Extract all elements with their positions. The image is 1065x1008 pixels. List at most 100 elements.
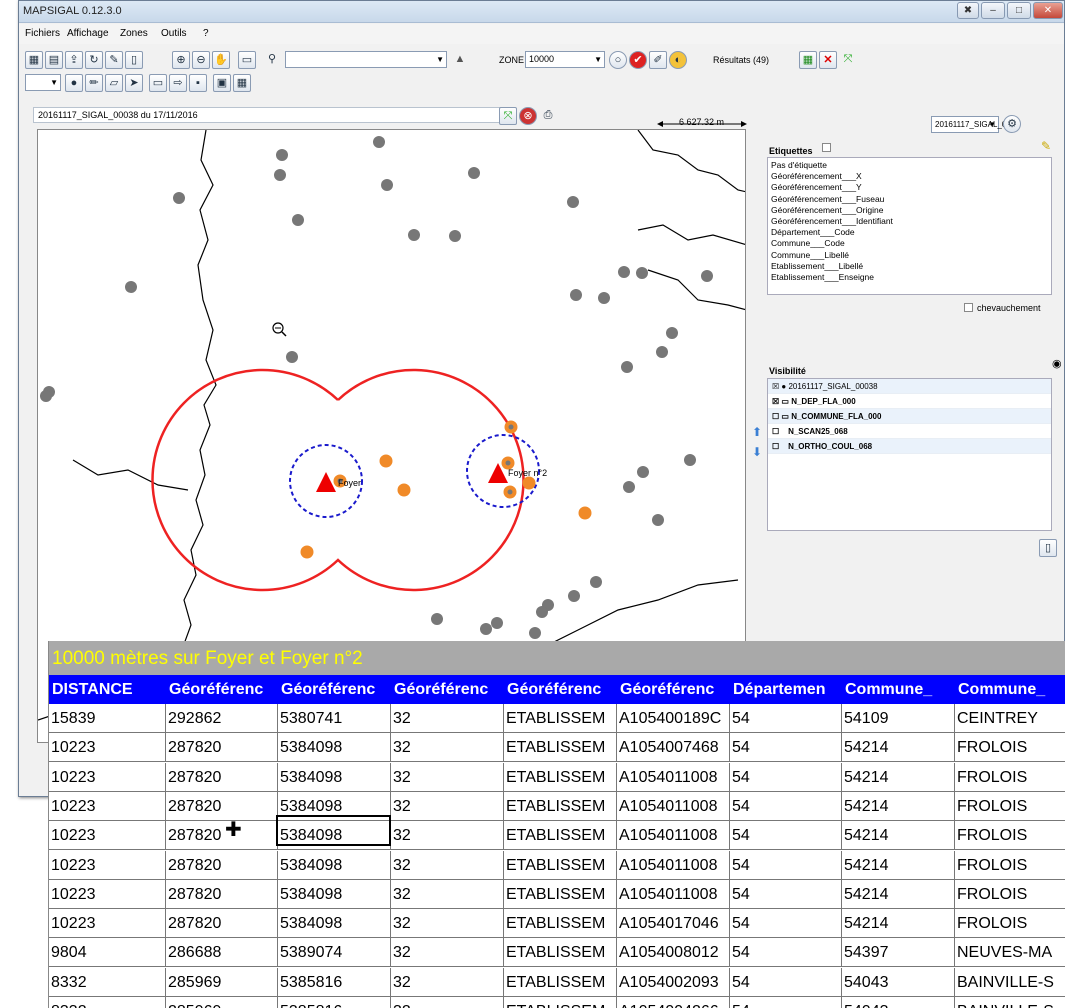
table-cell[interactable]: 8332 — [49, 997, 166, 1008]
folder-icon[interactable]: ▭ — [149, 74, 167, 92]
list-item[interactable]: Géoréférencement___Origine — [771, 205, 1048, 216]
table-cell[interactable]: 54109 — [842, 704, 955, 733]
table-cell[interactable]: ETABLISSEM — [504, 909, 617, 939]
locate-icon[interactable]: ▲ — [451, 51, 469, 69]
table-cell[interactable]: 5384098 — [278, 909, 391, 939]
brush-icon[interactable]: ✐ — [649, 51, 667, 69]
column-header[interactable]: Départemen — [730, 675, 842, 704]
grid-icon[interactable]: ▦ — [233, 74, 251, 92]
column-header[interactable]: Géoréférenc — [391, 675, 504, 704]
table-cell[interactable]: 54214 — [842, 879, 955, 909]
table-cell[interactable]: A1054007468 — [617, 733, 730, 763]
point-icon[interactable]: ● — [65, 74, 83, 92]
table-row[interactable]: 10223 287820 5384098 32 ETABLISSEM A105401100… — [49, 791, 1065, 821]
table-cell[interactable]: A1054011008 — [617, 791, 730, 821]
table-cell[interactable]: FROLOIS — [955, 733, 1065, 762]
table-cell[interactable]: 54 — [730, 879, 842, 909]
table-cell[interactable]: BAINVILLE-S — [955, 997, 1065, 1008]
table-cell[interactable]: 10223 — [49, 821, 166, 851]
pointer-icon[interactable]: ➤ — [125, 74, 143, 92]
layer-row[interactable]: ☐ N_SCAN25_068 — [768, 424, 1051, 439]
table-cell[interactable]: FROLOIS — [955, 909, 1065, 938]
table-cell[interactable]: 54214 — [842, 733, 955, 763]
table-row[interactable]: 10223 287820 5384098 32 ETABLISSEM A105400746… — [49, 733, 1065, 763]
list-item[interactable]: Géoréférencement___Fuseau — [771, 194, 1048, 205]
table-cell[interactable]: NEUVES-MA — [955, 938, 1065, 967]
table-cell[interactable]: 5384098 — [278, 850, 391, 880]
expand-icon[interactable]: ⤧ — [839, 51, 857, 69]
pan-hand-icon[interactable]: ✋ — [212, 51, 230, 69]
table-cell[interactable]: ETABLISSEM — [504, 997, 617, 1008]
delete-icon[interactable]: ✕ — [819, 51, 837, 69]
search-select[interactable]: ▼ — [285, 51, 447, 68]
table-cell[interactable]: 54214 — [842, 909, 955, 939]
close-button[interactable]: ✕ — [1033, 2, 1063, 19]
table-row[interactable]: 10223 287820 5384098 32 ETABLISSEM A105401100… — [49, 850, 1065, 880]
table-cell[interactable]: A1054004266 — [617, 997, 730, 1008]
column-header[interactable]: Géoréférenc — [166, 675, 278, 704]
map-icon[interactable]: ▦ — [25, 51, 43, 69]
table-cell[interactable]: FROLOIS — [955, 792, 1065, 821]
column-header[interactable]: Commune_ — [842, 675, 955, 704]
table-cell[interactable]: 287820 — [166, 762, 278, 792]
layer-select[interactable]: 20161117_SIGAL_00 ▼ — [931, 116, 1011, 133]
results-label[interactable]: Résultats (49) — [713, 55, 769, 65]
table-cell[interactable]: FROLOIS — [955, 880, 1065, 909]
table-cell[interactable]: BAINVILLE-S — [955, 968, 1065, 997]
etiquettes-checkbox[interactable] — [822, 143, 831, 152]
column-header[interactable]: Commune_ — [955, 675, 1065, 704]
chevauchement-checkbox[interactable] — [964, 303, 973, 312]
table-cell[interactable]: ETABLISSEM — [504, 850, 617, 880]
list-item[interactable]: Géoréférencement___X — [771, 171, 1048, 182]
list-item[interactable]: Géoréférencement___Identifiant — [771, 216, 1048, 227]
table-cell[interactable]: A1054011008 — [617, 821, 730, 851]
table-cell[interactable]: ETABLISSEM — [504, 733, 617, 763]
maximize-button[interactable]: □ — [1007, 2, 1031, 19]
list-item[interactable]: Département___Code — [771, 227, 1048, 238]
panel-icon[interactable]: ▯ — [125, 51, 143, 69]
table-cell[interactable]: A1054002093 — [617, 967, 730, 997]
clear-icon[interactable]: ◐ — [669, 51, 687, 69]
lock-icon[interactable]: ▣ — [213, 74, 231, 92]
table-cell[interactable]: 32 — [391, 733, 504, 763]
table-cell[interactable]: 10223 — [49, 879, 166, 909]
table-row[interactable]: 10223 287820 5384098 32 ETABLISSEM A105401100… — [49, 879, 1065, 909]
table-cell[interactable]: 54 — [730, 909, 842, 939]
table-row[interactable]: 8332 285969 5385816 32 ETABLISSEM A1054002093… — [49, 967, 1065, 997]
table-cell[interactable]: 5384098 — [278, 879, 391, 909]
layers-list[interactable]: ☒ ● 20161117_SIGAL_00038 ☒ ▭ N_DEP_FLA_0… — [767, 378, 1052, 531]
table-cell[interactable]: 54 — [730, 821, 842, 851]
table-cell[interactable]: 32 — [391, 997, 504, 1008]
settings-icon[interactable]: ⚙ — [1003, 115, 1021, 133]
table-cell[interactable]: 5380741 — [278, 704, 391, 733]
table-cell[interactable]: 32 — [391, 938, 504, 968]
column-header[interactable]: Géoréférenc — [504, 675, 617, 704]
table-cell[interactable]: 287820 — [166, 909, 278, 939]
tag-icon[interactable]: ✎ — [1041, 139, 1051, 153]
extent-icon[interactable]: ▭ — [238, 51, 256, 69]
table-cell[interactable]: 9804 — [49, 938, 166, 968]
table-row[interactable]: 15839 292862 5380741 32 ETABLISSEM A105400189… — [49, 704, 1065, 733]
layer-row[interactable]: ☒ ● 20161117_SIGAL_00038 — [768, 379, 1051, 394]
layer-row[interactable]: ☐ ▭ N_COMMUNE_FLA_000 — [768, 409, 1051, 424]
table-cell[interactable]: ETABLISSEM — [504, 821, 617, 851]
restore-icon[interactable]: ✖ — [957, 2, 979, 19]
list-item[interactable]: Pas d'étiquette — [771, 160, 1048, 171]
table-cell[interactable]: 10223 — [49, 909, 166, 939]
column-header[interactable]: Géoréférenc — [617, 675, 730, 704]
table-cell[interactable]: 54 — [730, 762, 842, 792]
table-cell[interactable]: 285969 — [166, 997, 278, 1008]
binoculars-icon[interactable]: ⚲ — [263, 51, 281, 69]
table-cell[interactable]: 54 — [730, 704, 842, 733]
table-row[interactable]: 10223 287820 5384098 32 ETABLISSEM A105401704… — [49, 909, 1065, 939]
table-cell[interactable]: 32 — [391, 967, 504, 997]
zone-select[interactable]: 10000 ▼ — [525, 51, 605, 68]
table-cell[interactable]: A1054017046 — [617, 909, 730, 939]
list-item[interactable]: Commune___Code — [771, 238, 1048, 249]
results-grid[interactable]: 10000 mètres sur Foyer et Foyer n°2 DIST… — [48, 641, 1065, 1008]
table-cell[interactable]: 287820 — [166, 879, 278, 909]
table-cell[interactable]: 32 — [391, 762, 504, 792]
table-cell[interactable]: 10223 — [49, 762, 166, 792]
table-cell[interactable]: 285969 — [166, 967, 278, 997]
table-cell[interactable]: 5385816 — [278, 997, 391, 1008]
